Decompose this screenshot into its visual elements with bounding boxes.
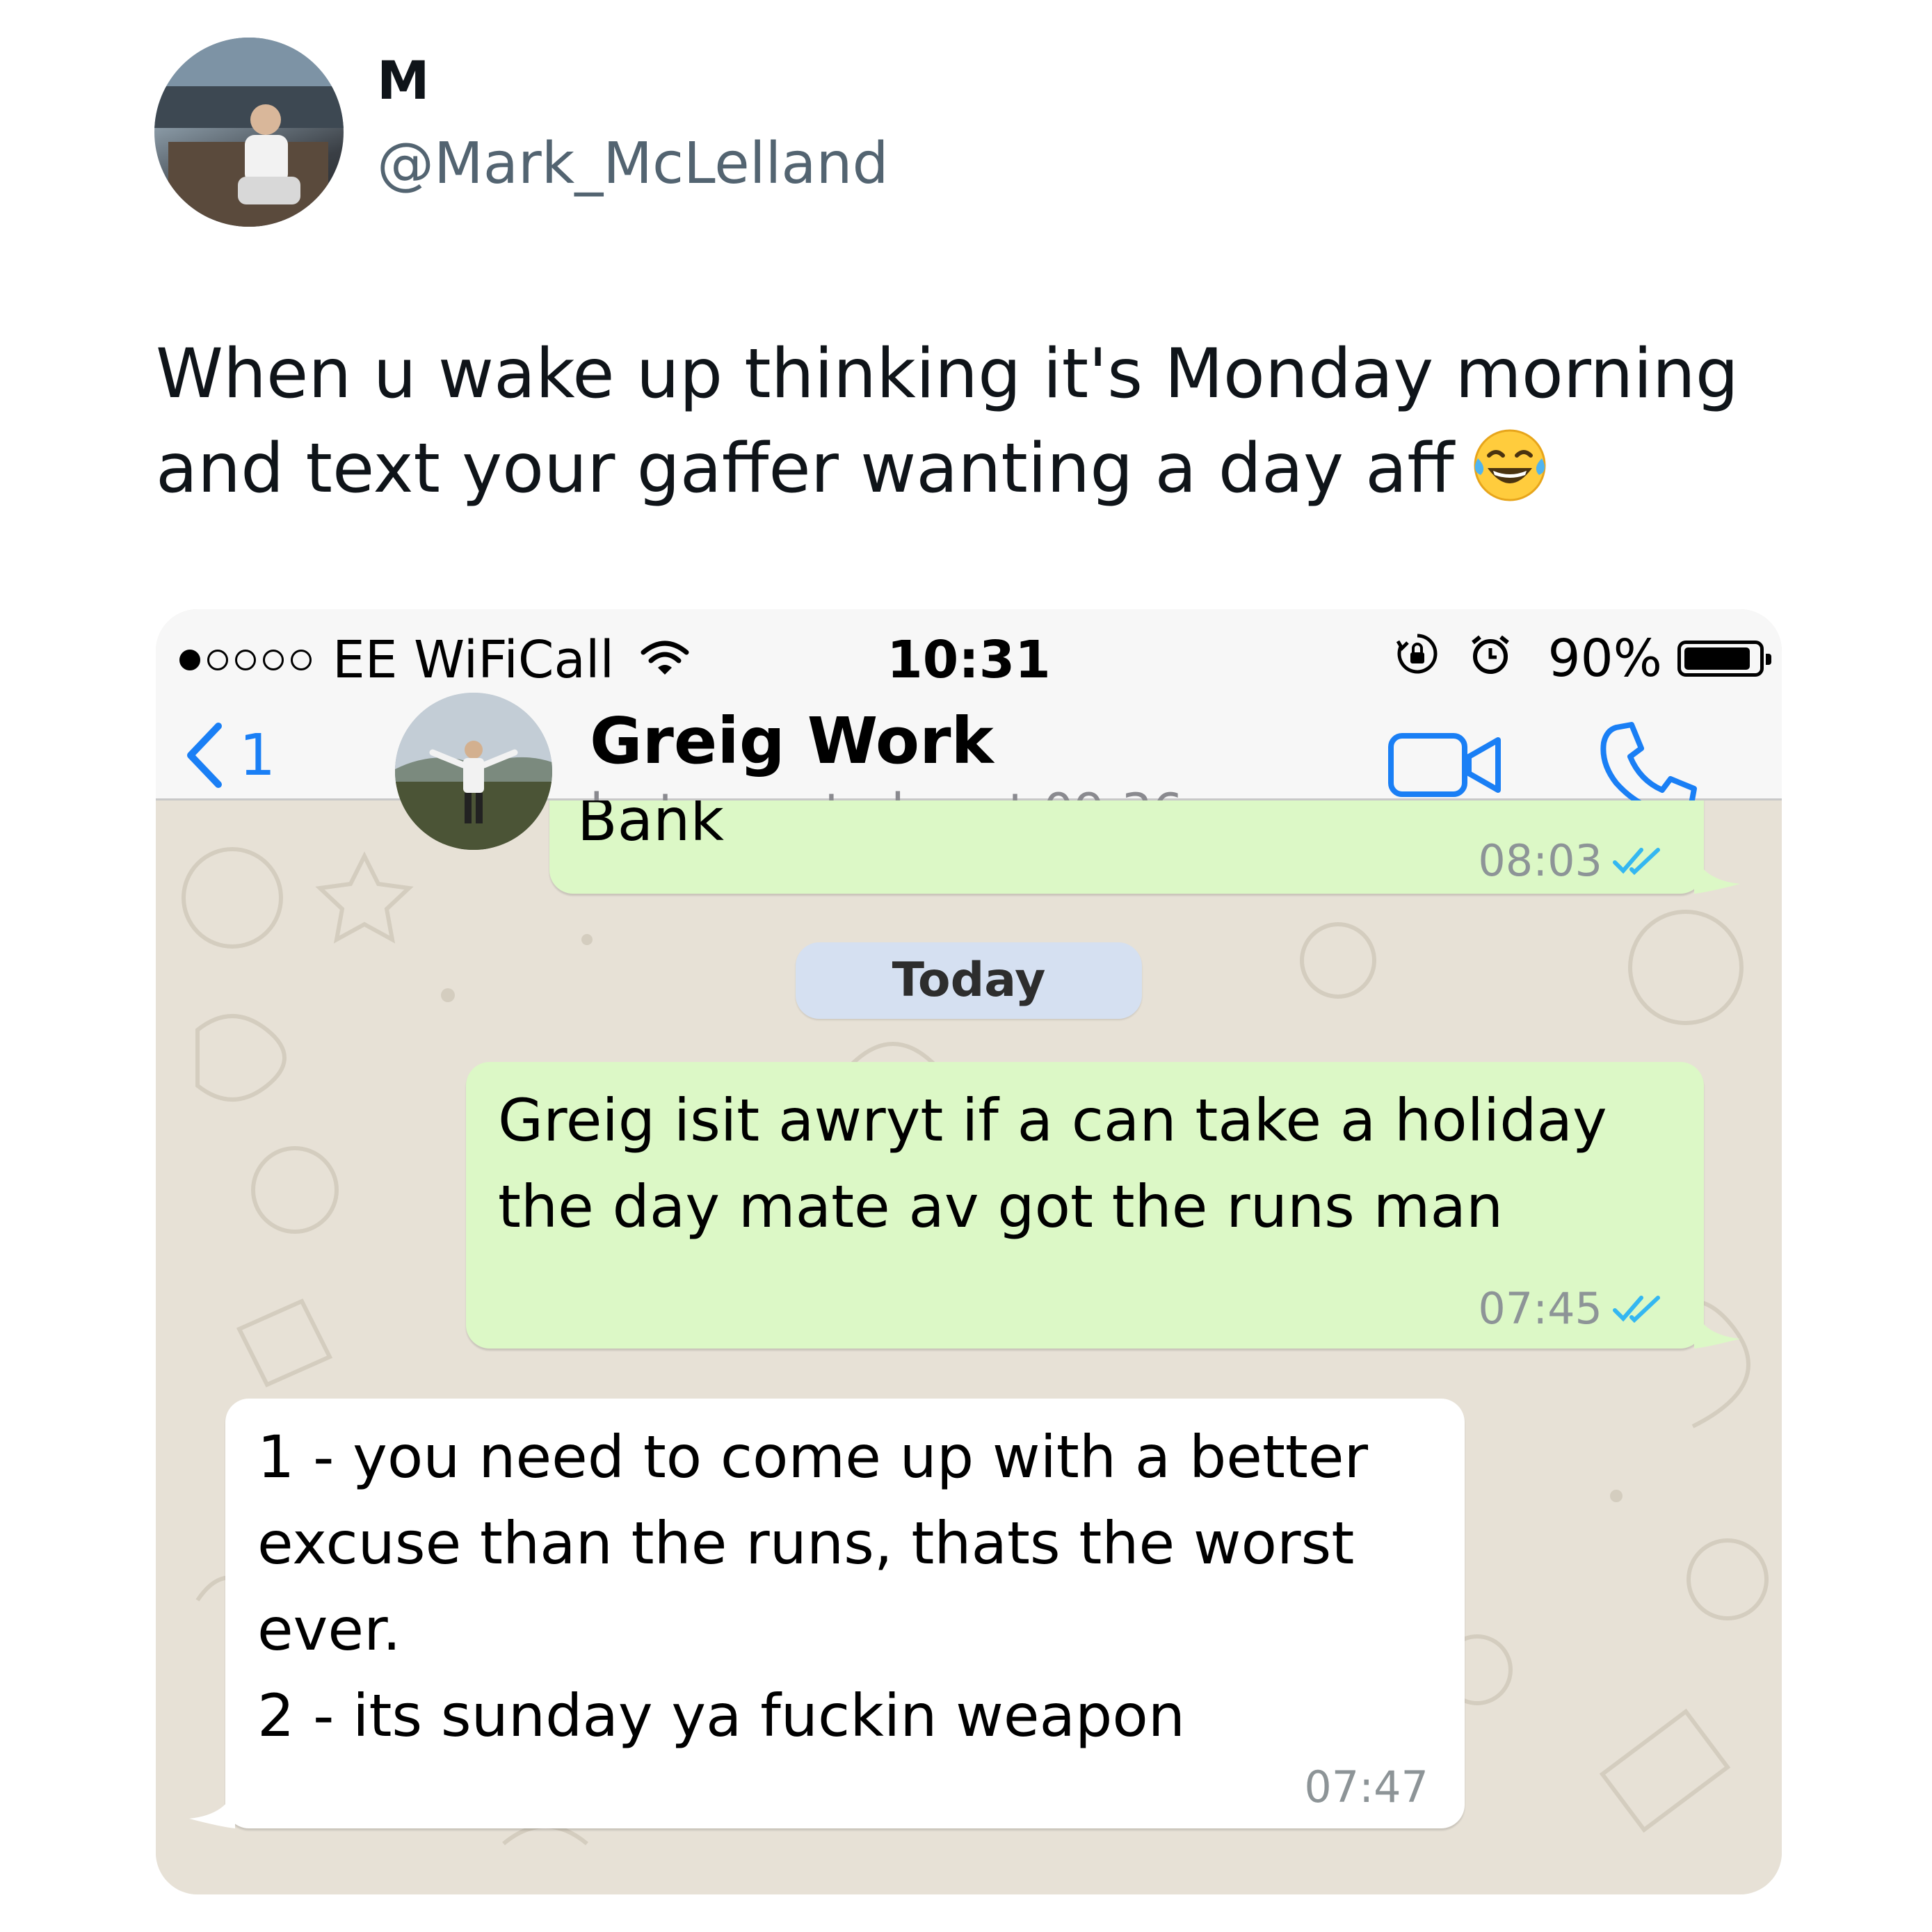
message-meta: 07:47	[1304, 1762, 1428, 1812]
status-right: 90%	[1395, 629, 1771, 689]
message-outgoing[interactable]: Bank 08:03	[549, 800, 1704, 894]
face-with-tears-of-joy-icon	[1471, 426, 1549, 504]
message-incoming[interactable]: 1 - you need to come up with a better ex…	[225, 1399, 1465, 1828]
back-button[interactable]: 1	[184, 721, 275, 790]
bubble-tail	[1694, 1307, 1740, 1349]
message-time: 07:45	[1478, 1283, 1602, 1334]
battery-icon	[1677, 641, 1771, 677]
message-outgoing[interactable]: Greig isit awryt if a can take a holiday…	[466, 1062, 1704, 1349]
orientation-lock-icon	[1395, 629, 1440, 689]
tweet-text: When u wake up thinking it's Monday morn…	[156, 327, 1825, 516]
whatsapp-screenshot: EE WiFiCall 10:31 90% 1 Greig Work Bank …	[156, 609, 1782, 1894]
message-text: Bank	[577, 800, 724, 854]
contact-name[interactable]: Greig Work	[590, 704, 994, 778]
contact-avatar[interactable]	[395, 693, 552, 850]
unread-count: 1	[239, 722, 276, 789]
date-separator: Today	[796, 942, 1142, 1019]
bubble-tail	[1694, 852, 1740, 894]
message-text: Greig isit awryt if a can take a holiday…	[498, 1086, 1607, 1241]
video-call-button[interactable]	[1387, 730, 1505, 803]
tweet-author-avatar[interactable]	[154, 38, 344, 227]
message-time: 07:47	[1304, 1762, 1428, 1812]
bubble-tail	[189, 1787, 235, 1828]
double-check-read-icon	[1613, 847, 1660, 875]
message-text: 1 - you need to come up with a better ex…	[257, 1423, 1369, 1750]
chevron-left-icon	[187, 723, 222, 788]
message-time: 08:03	[1478, 835, 1602, 886]
tweet-author-handle[interactable]: @Mark_McLelland	[377, 136, 889, 193]
chat-area[interactable]: Bank 08:03 Today Greig isit awryt if a c…	[156, 800, 1782, 1894]
message-meta: 08:03	[1478, 835, 1664, 886]
status-bar: EE WiFiCall 10:31 90%	[156, 609, 1782, 700]
battery-percent: 90%	[1547, 629, 1662, 689]
video-camera-icon	[1388, 733, 1501, 797]
alarm-icon	[1469, 629, 1512, 689]
tweet-author-name[interactable]: M	[377, 54, 430, 107]
chat-header: 1 Greig Work last seen today at 09:36	[156, 693, 1782, 850]
double-check-read-icon	[1613, 1295, 1660, 1323]
message-meta: 07:45	[1478, 1283, 1664, 1334]
